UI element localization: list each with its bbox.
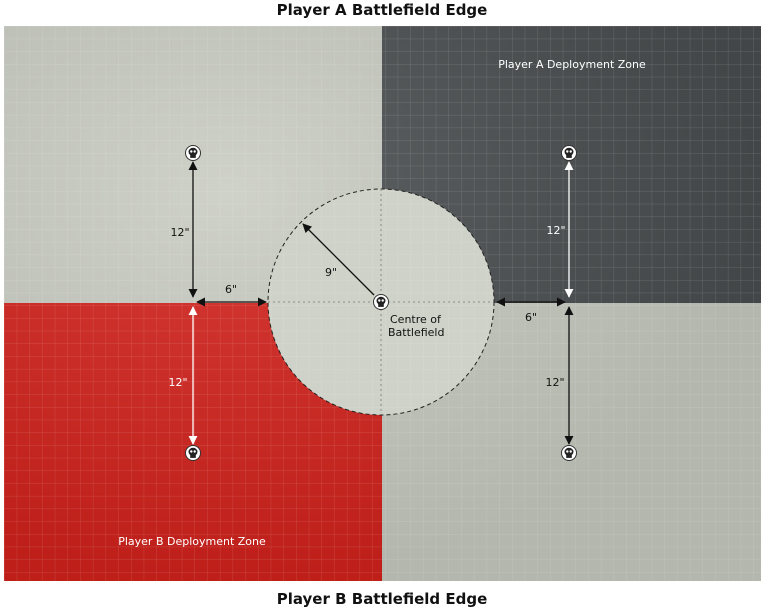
objective-bottom-left-skull-icon: [185, 445, 201, 461]
left-bottom-distance: 12": [168, 376, 187, 389]
player-b-zone-label: Player B Deployment Zone: [118, 535, 266, 548]
left-gap-distance: 6": [225, 283, 237, 296]
right-gap-distance: 6": [525, 311, 537, 324]
objective-top-right-skull-icon: [561, 145, 577, 161]
centre-label-line2: Battlefield: [388, 326, 444, 339]
objective-bottom-right-skull-icon: [561, 445, 577, 461]
centre-label-line1: Centre of: [390, 313, 442, 326]
right-bottom-distance: 12": [545, 376, 564, 389]
radius-distance: 9": [325, 266, 337, 279]
deployment-map: Player A Deployment Zone Player B Deploy…: [4, 26, 761, 581]
objective-top-left-skull-icon: [185, 145, 201, 161]
bottom-battlefield-edge-label: Player B Battlefield Edge: [276, 590, 488, 608]
right-top-distance: 12": [546, 224, 565, 237]
left-top-distance: 12": [170, 226, 189, 239]
player-a-zone-label: Player A Deployment Zone: [498, 58, 646, 71]
objective-centre-skull-icon: [373, 294, 389, 310]
